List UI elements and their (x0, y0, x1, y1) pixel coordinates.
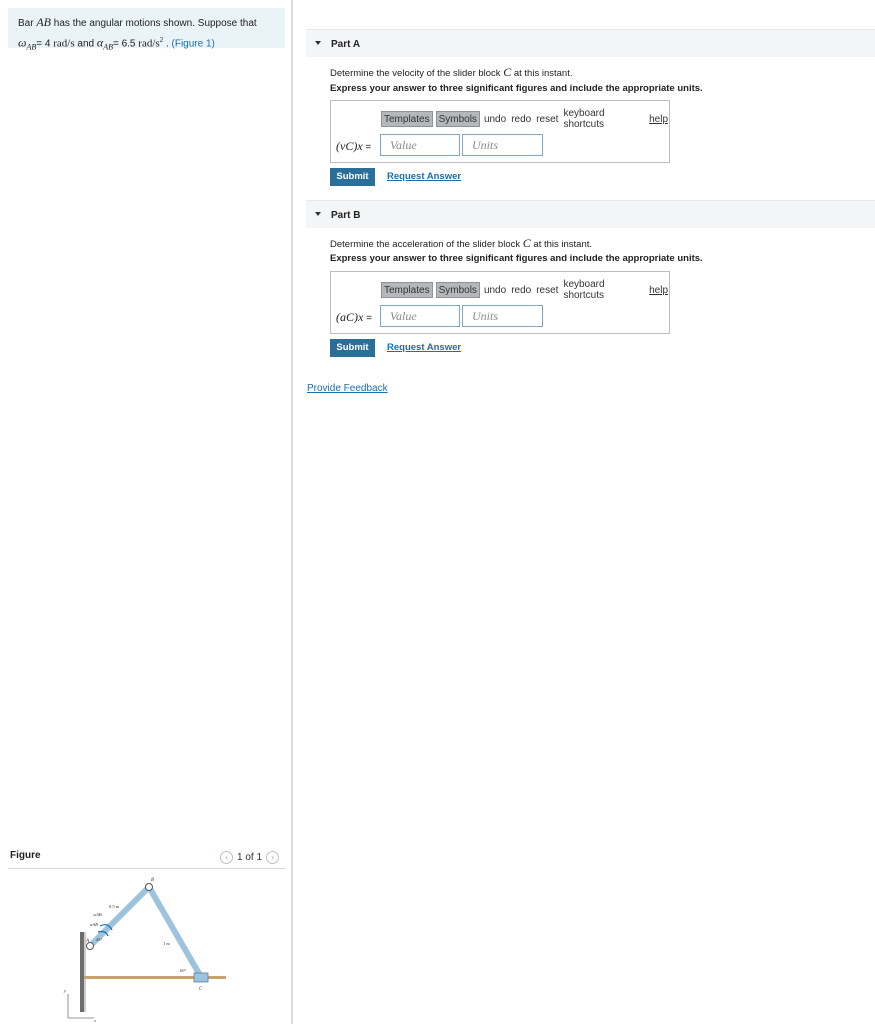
templates-button[interactable]: Templates (381, 111, 433, 127)
pager-label: 1 of 1 (237, 851, 263, 863)
label-b: B (151, 878, 154, 883)
symbols-button[interactable]: Symbols (435, 282, 480, 298)
keyboard-shortcuts-link[interactable]: keyboard shortcuts (562, 108, 645, 130)
figure-header: Figure (10, 850, 41, 861)
part-a-units-field[interactable] (462, 134, 543, 156)
alpha-subscript: AB (103, 42, 113, 52)
label-angle-c: 60° (180, 968, 187, 973)
label-length-ab: 0.5 m (109, 904, 120, 909)
part-a-value-field[interactable] (380, 134, 460, 156)
redo-button[interactable]: redo (510, 114, 532, 125)
alpha-unit: rad/s (138, 37, 160, 50)
omega-unit: rad/s (53, 37, 75, 50)
omega-value: = 4 (36, 38, 51, 50)
part-b-header[interactable]: Part B (306, 200, 875, 228)
part-a-units-input[interactable] (463, 135, 542, 155)
label-axis-x: x (93, 1018, 96, 1023)
part-a-header[interactable]: Part A (306, 29, 875, 57)
mechanism-figure: B A C 0.5 m 1 m ωAB αAB 45° 60° y x (63, 878, 226, 1023)
part-a-submit-button[interactable]: Submit (330, 168, 375, 186)
part-b-toolbar: Templates Symbols undo redo reset keyboa… (381, 279, 669, 301)
figure-link[interactable]: (Figure 1) (172, 38, 215, 49)
part-a-title: Part A (331, 39, 361, 50)
omega-subscript: AB (26, 42, 37, 52)
problem-statement: Bar AB has the angular motions shown. Su… (8, 8, 285, 52)
pin-b (145, 883, 153, 891)
part-a-answer-box: Templates Symbols undo redo reset keyboa… (330, 100, 670, 163)
and-text: and (74, 38, 97, 50)
caret-down-icon (315, 41, 321, 45)
help-link[interactable]: help (648, 285, 669, 296)
period: . (163, 38, 172, 50)
part-b-request-answer-link[interactable]: Request Answer (387, 342, 461, 353)
reset-button[interactable]: reset (535, 285, 559, 296)
label-angle-a: 45° (96, 937, 103, 942)
label-omega: ωAB (93, 912, 102, 917)
part-a-variable-label: (vC)x = (336, 139, 371, 154)
figure-pager: ‹ 1 of 1 › (220, 850, 280, 864)
part-b-prompt-prefix: Determine the acceleration of the slider… (330, 239, 523, 250)
part-a-eq: = (362, 142, 372, 153)
part-b-var: (aC)x (336, 310, 364, 324)
part-a-value-input[interactable] (381, 135, 459, 155)
part-a-var: (vC)x (336, 139, 363, 153)
slider-block-c (193, 972, 209, 983)
problem-text-mid: has the angular motions shown. Suppose t… (51, 18, 257, 29)
label-c: C (199, 987, 203, 992)
reset-button[interactable]: reset (535, 114, 559, 125)
part-b-prompt-suffix: at this instant. (530, 239, 593, 250)
part-b-units-field[interactable] (462, 305, 543, 327)
part-b-prompt-var: C (522, 236, 531, 250)
wall (80, 932, 84, 1012)
part-a-toolbar: Templates Symbols undo redo reset keyboa… (381, 108, 669, 130)
label-axis-y: y (63, 988, 66, 993)
part-b-eq: = (363, 313, 372, 324)
part-b-units-input[interactable] (463, 306, 542, 326)
bar-bc (146, 884, 204, 980)
chevron-left-icon[interactable]: ‹ (220, 850, 233, 864)
part-b-submit-button[interactable]: Submit (330, 339, 375, 357)
label-length-bc: 1 m (163, 941, 170, 946)
part-a-instruction: Express your answer to three significant… (330, 83, 703, 94)
figure-divider (8, 868, 286, 869)
caret-down-icon (315, 212, 321, 216)
part-b-prompt: Determine the acceleration of the slider… (330, 236, 592, 251)
help-link[interactable]: help (648, 114, 669, 125)
bar-name: AB (36, 15, 52, 29)
symbols-button[interactable]: Symbols (435, 111, 480, 127)
column-divider (291, 0, 293, 1024)
part-a-request-answer-link[interactable]: Request Answer (387, 171, 461, 182)
templates-button[interactable]: Templates (381, 282, 433, 298)
part-b-value-input[interactable] (381, 306, 459, 326)
problem-text: Bar (18, 18, 37, 29)
part-b-answer-box: Templates Symbols undo redo reset keyboa… (330, 271, 670, 334)
part-b-value-field[interactable] (380, 305, 460, 327)
part-a-prompt-prefix: Determine the velocity of the slider blo… (330, 68, 504, 79)
label-alpha: αAB (90, 922, 98, 927)
part-b-title: Part B (331, 210, 361, 221)
undo-button[interactable]: undo (483, 114, 507, 125)
part-a-prompt: Determine the velocity of the slider blo… (330, 65, 572, 80)
alpha-value: = 6.5 (112, 38, 136, 50)
part-b-variable-label: (aC)x = (336, 310, 372, 325)
part-b-instruction: Express your answer to three significant… (330, 253, 703, 264)
part-a-prompt-suffix: at this instant. (511, 68, 573, 79)
undo-button[interactable]: undo (483, 285, 507, 296)
redo-button[interactable]: redo (510, 285, 532, 296)
chevron-right-icon[interactable]: › (266, 850, 280, 864)
provide-feedback-link[interactable]: Provide Feedback (307, 383, 388, 394)
keyboard-shortcuts-link[interactable]: keyboard shortcuts (562, 279, 645, 301)
